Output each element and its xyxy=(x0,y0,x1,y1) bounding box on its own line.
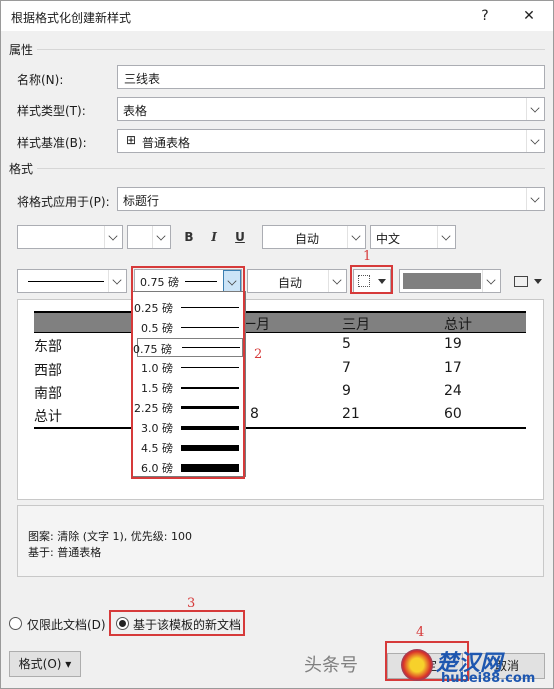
style-type-select[interactable]: 表格 xyxy=(117,97,545,121)
bold-button[interactable]: B xyxy=(178,225,200,249)
shading-swatch xyxy=(403,273,481,289)
preview-cell: 9 xyxy=(342,383,351,399)
description-line: 基于: 普通表格 xyxy=(28,546,102,559)
preview-cell: 60 xyxy=(444,406,462,422)
border-color-value: 自动 xyxy=(278,276,303,290)
preview-cell: 东部 xyxy=(34,339,62,355)
line-style-sample xyxy=(28,281,104,282)
chevron-down-icon[interactable] xyxy=(328,270,346,292)
preview-cell: 8 xyxy=(250,406,259,422)
style-type-value: 表格 xyxy=(123,104,148,118)
based-on-label: 样式基准(B): xyxy=(17,136,87,150)
dialog-title: 根据格式化创建新样式 xyxy=(11,11,132,25)
help-button[interactable]: ? xyxy=(474,5,496,27)
preview-cell: 南部 xyxy=(34,386,62,402)
preview-top-rule xyxy=(34,311,526,313)
font-color-select[interactable]: 自动 xyxy=(262,225,366,249)
annotation-box-2 xyxy=(131,266,245,479)
preview-cell: 总计 xyxy=(34,409,62,425)
preview-bottom-rule xyxy=(34,427,526,429)
watermark-text: 头条号 xyxy=(304,655,358,676)
shading-color-select[interactable] xyxy=(399,269,501,293)
border-style-select[interactable] xyxy=(17,269,127,293)
underline-button[interactable]: U xyxy=(229,225,251,249)
annotation-number: 4 xyxy=(416,625,425,640)
properties-section-label: 属性 xyxy=(9,43,34,57)
chevron-down-icon[interactable] xyxy=(482,270,500,292)
caret-down-icon: ▾ xyxy=(61,657,72,671)
font-size-select[interactable] xyxy=(127,225,171,249)
section-divider xyxy=(37,168,545,169)
preview-header-cell: 一月 xyxy=(242,317,270,333)
chevron-down-icon[interactable] xyxy=(108,270,126,292)
watermark-url: hubei88.com xyxy=(441,671,536,686)
annotation-box-1 xyxy=(350,265,393,294)
chevron-down-icon[interactable] xyxy=(347,226,365,248)
table-properties-icon xyxy=(514,276,528,287)
format-section-label: 格式 xyxy=(9,162,34,176)
based-on-value: 普通表格 xyxy=(142,136,191,150)
watermark-logo-icon xyxy=(401,649,433,681)
name-label: 名称(N): xyxy=(17,73,64,87)
preview-cell: 21 xyxy=(342,406,360,422)
preview-cell: 17 xyxy=(444,360,462,376)
preview-header-cell: 三月 xyxy=(342,317,370,333)
chevron-down-icon[interactable] xyxy=(104,226,122,248)
apply-to-value: 标题行 xyxy=(123,194,160,208)
preview-cell: 24 xyxy=(444,383,462,399)
apply-to-select[interactable]: 标题行 xyxy=(117,187,545,211)
based-on-select[interactable]: ⊞ 普通表格 xyxy=(117,129,545,153)
preview-cell: 19 xyxy=(444,336,462,352)
format-button[interactable]: 格式(O) ▾ xyxy=(9,651,81,677)
annotation-number: 2 xyxy=(254,347,263,362)
annotation-number: 1 xyxy=(363,249,372,264)
chevron-down-icon[interactable] xyxy=(437,226,455,248)
chevron-down-icon[interactable] xyxy=(152,226,170,248)
preview-cell: 5 xyxy=(342,336,351,352)
format-button-label: 格式(O) xyxy=(18,657,62,671)
name-input[interactable]: 三线表 xyxy=(117,65,545,89)
apply-to-label: 将格式应用于(P): xyxy=(17,195,110,209)
chevron-down-icon[interactable] xyxy=(526,130,544,152)
annotation-number: 3 xyxy=(187,596,196,611)
description-line: 图案: 清除 (文字 1), 优先级: 100 xyxy=(28,530,192,543)
only-this-doc-radio[interactable] xyxy=(9,617,22,630)
preview-cell: 西部 xyxy=(34,363,62,379)
title-bar: 根据格式化创建新样式 ? ✕ xyxy=(1,1,553,31)
only-this-doc-label[interactable]: 仅限此文档(D) xyxy=(27,616,106,633)
chevron-down-icon[interactable] xyxy=(526,188,544,210)
annotation-box-3 xyxy=(109,610,245,636)
preview-cell: 7 xyxy=(342,360,351,376)
language-select[interactable]: 中文 xyxy=(370,225,456,249)
table-properties-button[interactable] xyxy=(509,269,545,293)
caret-down-icon xyxy=(534,279,542,284)
preview-header-cell: 总计 xyxy=(444,317,472,333)
section-divider xyxy=(37,49,545,50)
table-icon: ⊞ xyxy=(126,133,137,147)
close-button[interactable]: ✕ xyxy=(518,5,540,27)
font-color-value: 自动 xyxy=(295,232,320,246)
style-description: 图案: 清除 (文字 1), 优先级: 100 基于: 普通表格 xyxy=(17,505,544,577)
language-value: 中文 xyxy=(376,232,401,246)
italic-button[interactable]: I xyxy=(203,225,225,249)
border-color-select[interactable]: 自动 xyxy=(247,269,347,293)
chevron-down-icon[interactable] xyxy=(526,98,544,120)
create-style-dialog: 根据格式化创建新样式 ? ✕ 属性 名称(N): 三线表 样式类型(T): 表格… xyxy=(0,0,554,689)
table-preview: 一月 三月 总计 东部 5 19 西部 7 17 南部 9 24 总计 8 21… xyxy=(17,299,544,500)
style-type-label: 样式类型(T): xyxy=(17,104,86,118)
font-name-select[interactable] xyxy=(17,225,123,249)
